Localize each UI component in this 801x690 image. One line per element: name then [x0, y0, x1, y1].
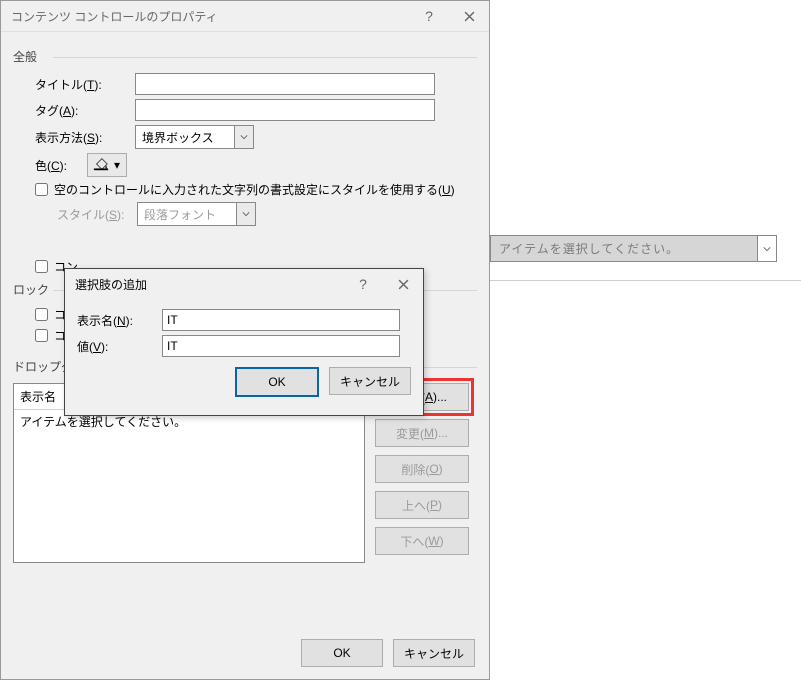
color-label: 色(C):	[35, 157, 87, 174]
cancel-button[interactable]: キャンセル	[393, 639, 475, 667]
properties-titlebar: コンテンツ コントロールのプロパティ ?	[1, 1, 489, 32]
display-method-value: 境界ボックス	[135, 125, 235, 149]
title-input[interactable]	[135, 73, 435, 95]
tag-label: タグ(A):	[35, 102, 135, 119]
modal-value-label: 値(V):	[77, 338, 162, 355]
paint-bucket-icon	[92, 156, 110, 175]
chevron-down-icon[interactable]: ▾	[112, 158, 122, 172]
ok-button[interactable]: OK	[301, 639, 383, 667]
color-picker[interactable]: ▾	[87, 153, 127, 177]
display-method-label: 表示方法(S):	[35, 129, 135, 146]
modal-display-label: 表示名(N):	[77, 312, 162, 329]
close-button[interactable]	[383, 269, 423, 299]
chevron-down-icon[interactable]	[235, 125, 254, 149]
document-dropdown-arrow[interactable]	[757, 236, 776, 261]
delete-button[interactable]: 削除(O)	[375, 455, 469, 483]
use-style-checkbox-label: 空のコントロールに入力された文字列の書式設定にスタイルを使用する(U)	[54, 181, 455, 198]
document-dropdown-control[interactable]: アイテムを選択してください。	[490, 235, 777, 262]
lock-checkbox-2-box[interactable]	[35, 329, 48, 342]
add-choice-title: 選択肢の追加	[75, 276, 343, 293]
close-button[interactable]	[449, 1, 489, 31]
style-label: スタイル(S):	[57, 206, 137, 223]
add-choice-dialog: 選択肢の追加 ? 表示名(N): 値(V): OK キャンセル	[64, 268, 424, 416]
properties-title: コンテンツ コントロールのプロパティ	[11, 8, 409, 25]
modify-button[interactable]: 変更(M)...	[375, 419, 469, 447]
add-choice-titlebar: 選択肢の追加 ?	[65, 269, 423, 299]
help-button[interactable]: ?	[343, 269, 383, 299]
use-style-checkbox-box[interactable]	[35, 183, 48, 196]
document-rule	[490, 280, 801, 281]
display-method-combo[interactable]: 境界ボックス	[135, 125, 254, 149]
document-dropdown-placeholder: アイテムを選択してください。	[491, 236, 757, 261]
content-checkbox-box[interactable]	[35, 260, 48, 273]
up-button[interactable]: 上へ(P)	[375, 491, 469, 519]
style-value: 段落フォント	[137, 202, 237, 226]
use-style-checkbox[interactable]: 空のコントロールに入力された文字列の書式設定にスタイルを使用する(U)	[35, 181, 477, 198]
tag-input[interactable]	[135, 99, 435, 121]
modal-ok-button[interactable]: OK	[235, 367, 319, 397]
style-combo[interactable]: 段落フォント	[137, 202, 256, 226]
title-label: タイトル(T):	[35, 76, 135, 93]
modal-value-input[interactable]	[162, 335, 400, 357]
help-button[interactable]: ?	[409, 1, 449, 31]
modal-cancel-button[interactable]: キャンセル	[329, 367, 411, 395]
group-general-label: 全般	[13, 48, 477, 65]
lock-checkbox-1-box[interactable]	[35, 308, 48, 321]
chevron-down-icon[interactable]	[237, 202, 256, 226]
down-button[interactable]: 下へ(W)	[375, 527, 469, 555]
modal-display-input[interactable]	[162, 309, 400, 331]
